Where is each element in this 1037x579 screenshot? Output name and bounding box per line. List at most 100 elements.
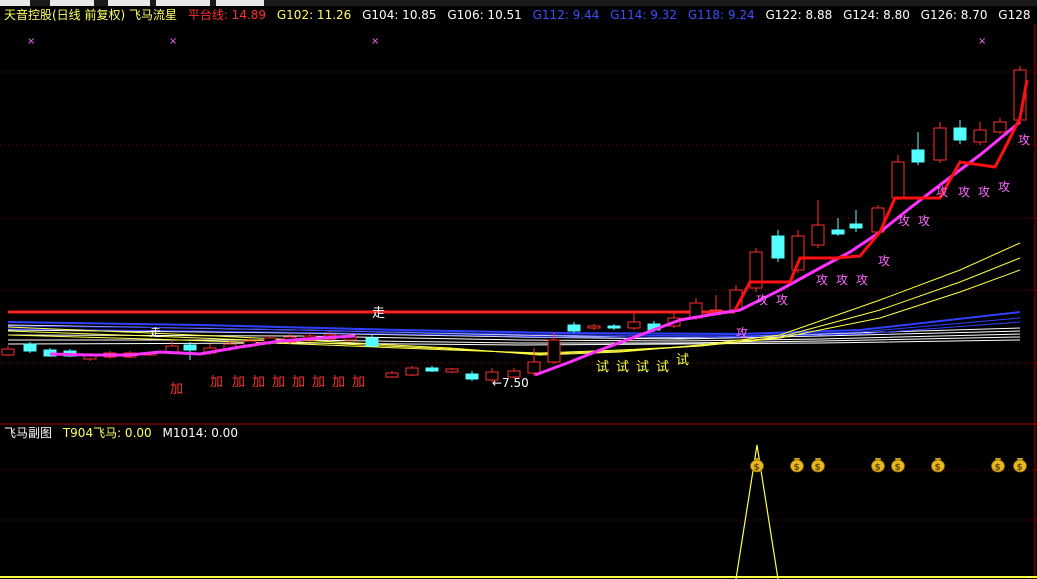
candle <box>973 122 987 145</box>
candle <box>953 120 967 144</box>
jia-label: 加 <box>210 375 223 390</box>
gong-label: 攻 <box>756 293 768 307</box>
money-bag-icon: $ <box>991 458 1005 473</box>
candle <box>933 122 947 163</box>
gong-label: 攻 <box>918 214 930 228</box>
gong-label: 攻 <box>816 273 828 287</box>
candle-body <box>911 149 925 163</box>
candle <box>385 371 399 378</box>
money-bag-symbol: $ <box>935 463 941 473</box>
gong-label: 攻 <box>898 214 910 228</box>
candle-body <box>405 367 419 376</box>
x-mark: × <box>27 36 35 47</box>
jia-label: 加 <box>312 375 325 390</box>
jia-label: 加 <box>332 375 345 390</box>
x-mark: × <box>978 36 986 47</box>
candle <box>627 312 641 330</box>
candle-body <box>771 235 785 259</box>
money-bag-icon: $ <box>790 458 804 473</box>
money-bag-icon: $ <box>1013 458 1027 473</box>
candle <box>465 371 479 381</box>
jia-label: 加 <box>252 375 265 390</box>
candle-body <box>993 121 1007 133</box>
money-bag-symbol: $ <box>995 463 1001 473</box>
candle <box>811 200 825 248</box>
gong-label: 攻 <box>958 185 970 199</box>
magenta-trend-line <box>49 334 356 357</box>
candle-body <box>183 344 197 351</box>
jia-label: 加 <box>272 375 285 390</box>
shi-label: 试 <box>636 360 649 375</box>
candle <box>587 324 601 330</box>
low-price-label: ←7.50 <box>492 376 529 390</box>
candle <box>43 348 57 357</box>
candle-body <box>627 321 641 329</box>
candle-body <box>933 127 947 161</box>
money-bag-icon: $ <box>931 458 945 473</box>
candle <box>849 210 863 232</box>
gong-label: 攻 <box>978 185 990 199</box>
money-bag-symbol: $ <box>875 463 881 473</box>
gong-label: 攻 <box>936 185 948 199</box>
shi-label: 试 <box>676 353 689 368</box>
candle-body <box>849 223 863 229</box>
money-bag-icon: $ <box>871 458 885 473</box>
candle-body <box>465 373 479 380</box>
candle <box>891 155 905 200</box>
candle <box>911 132 925 165</box>
candle <box>445 368 459 373</box>
candle <box>425 366 439 372</box>
candle <box>709 295 723 313</box>
candle-body <box>23 343 37 352</box>
candle <box>567 322 581 333</box>
candle-body <box>709 309 723 312</box>
money-bag-symbol: $ <box>1017 463 1023 473</box>
candle-body <box>587 325 601 329</box>
money-bag-icon: $ <box>891 458 905 473</box>
money-bag-icon: $ <box>811 458 825 473</box>
gong-label: 攻 <box>736 326 748 340</box>
grid-lines <box>0 71 1037 521</box>
x-mark: × <box>371 36 379 47</box>
candle <box>771 230 785 262</box>
x-mark-row: × × × × <box>27 36 986 47</box>
money-bag-icons: $ $ $ $ $ $ $ $ <box>750 458 1027 473</box>
candle <box>831 218 845 236</box>
candle <box>607 324 621 330</box>
candle <box>993 118 1007 134</box>
candle <box>405 366 419 376</box>
money-bag-icon: $ <box>750 458 764 473</box>
jia-label: 加 <box>170 382 183 397</box>
candle-body <box>953 127 967 141</box>
candle-body <box>811 224 825 246</box>
candle-body <box>1 348 15 356</box>
shi-label: 试 <box>596 360 609 375</box>
gong-label: 攻 <box>878 254 890 268</box>
candle-body <box>567 324 581 332</box>
candlestick-chart[interactable]: × × × × 走走加加加加加加加加加试试试试试攻攻 攻攻攻攻攻攻 攻攻攻攻攻攻←7.50… <box>0 0 1037 579</box>
candle-body <box>445 368 459 373</box>
gong-label: 攻 <box>776 293 788 307</box>
candle-body <box>385 372 399 378</box>
candle-body <box>547 339 561 363</box>
candle-body <box>973 129 987 143</box>
zou-label-left: 走 <box>150 326 161 339</box>
candle-body <box>425 367 439 372</box>
jia-label: 加 <box>352 375 365 390</box>
shi-label: 试 <box>656 360 669 375</box>
candle <box>365 334 379 347</box>
candle <box>1 346 15 356</box>
candle <box>749 248 763 292</box>
zou-label: 走 <box>372 306 385 321</box>
candle-body <box>831 229 845 235</box>
gong-label: 攻 <box>998 180 1010 194</box>
shi-label: 试 <box>616 360 629 375</box>
money-bag-symbol: $ <box>895 463 901 473</box>
gong-label: 攻 <box>856 273 868 287</box>
candle <box>183 342 197 360</box>
x-mark: × <box>169 36 177 47</box>
money-bag-symbol: $ <box>815 463 821 473</box>
money-bag-symbol: $ <box>794 463 800 473</box>
gong-label: 攻 <box>836 273 848 287</box>
gong-label: 攻 <box>1018 133 1030 147</box>
